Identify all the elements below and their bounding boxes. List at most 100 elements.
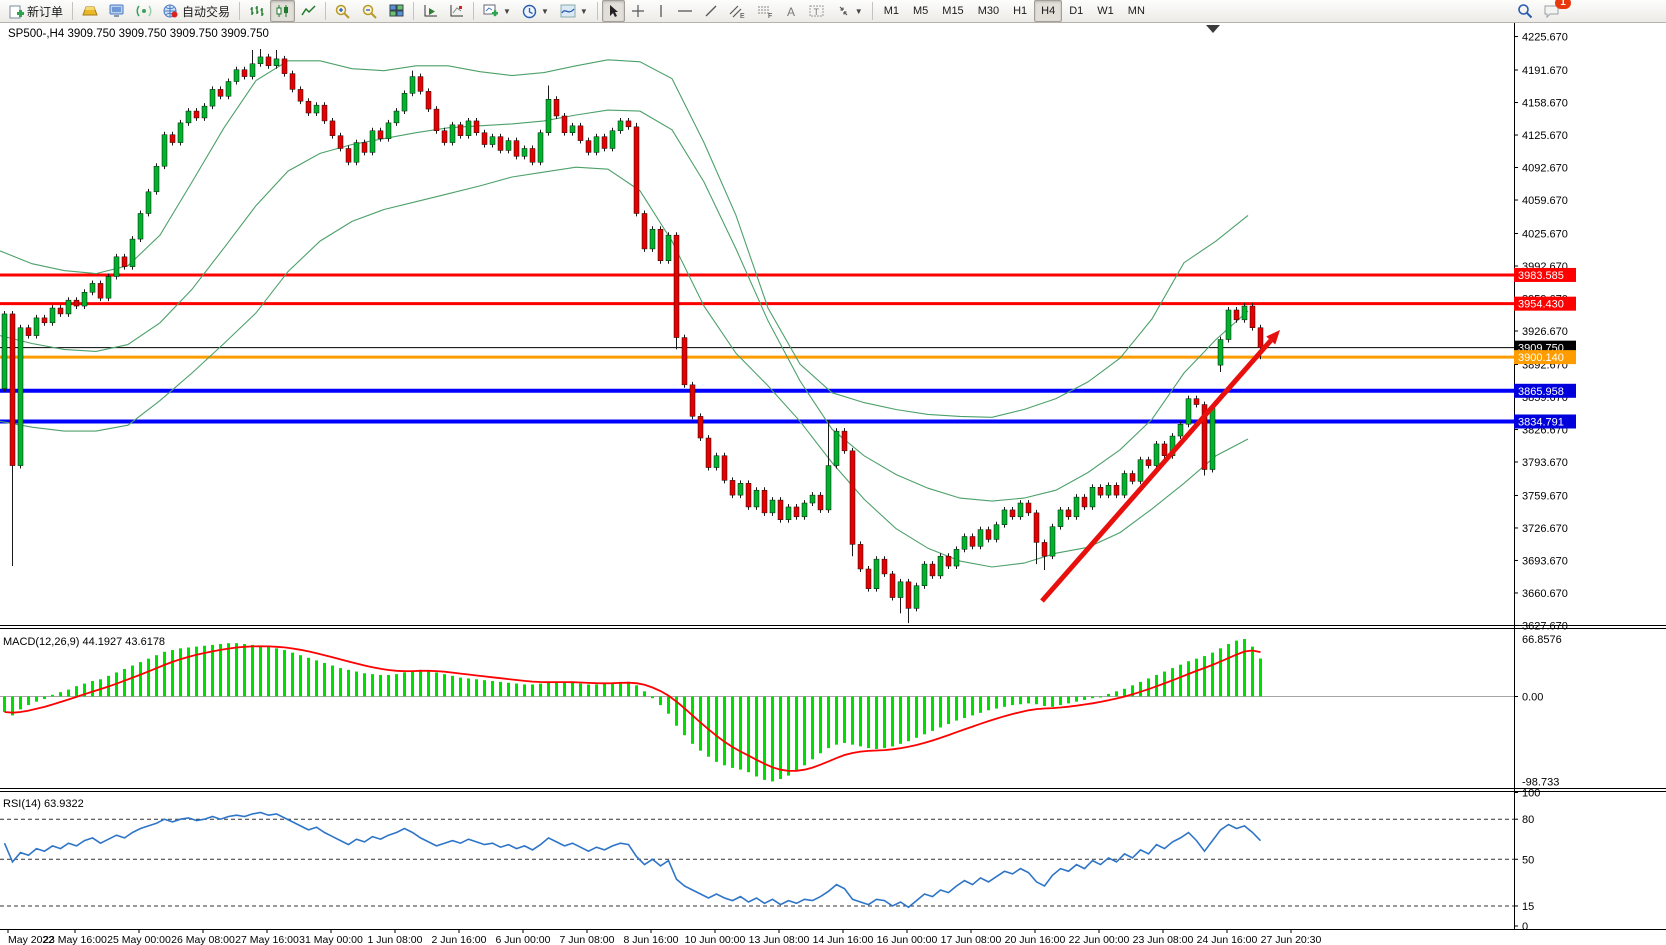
vertical-line-icon: [656, 4, 666, 18]
svg-text:E: E: [740, 13, 745, 19]
text-tool-button[interactable]: A: [780, 0, 803, 22]
separator: [239, 2, 240, 20]
arrows-tool-button[interactable]: ▼: [831, 0, 868, 22]
chart-play-icon: [423, 4, 438, 18]
macd-histogram-bar: [763, 697, 766, 780]
line-chart-button[interactable]: [296, 0, 321, 22]
timeframe-button-m15[interactable]: M15: [935, 0, 970, 22]
macd-histogram-bar: [987, 697, 990, 711]
price-tick-label: 4225.670: [1522, 32, 1568, 44]
zoom-in-button[interactable]: [330, 0, 356, 22]
macd-histogram-bar: [75, 686, 78, 696]
zoom-out-button[interactable]: [357, 0, 383, 22]
macd-histogram-bar: [395, 674, 398, 696]
chart-window[interactable]: SP500-,H4 3909.750 3909.750 3909.750 390…: [0, 23, 1666, 945]
indicators-button[interactable]: ▼: [555, 0, 593, 22]
separator: [597, 2, 598, 20]
tile-windows-button[interactable]: [384, 0, 409, 22]
macd-histogram-bar: [683, 697, 686, 736]
macd-histogram-bar: [731, 697, 734, 768]
terminal-button[interactable]: [104, 0, 130, 22]
time-tick-label: 1 Jun 08:00: [368, 934, 423, 945]
macd-histogram-bar: [187, 647, 190, 696]
macd-histogram-bar: [1019, 697, 1022, 705]
bullish-candle: [106, 277, 111, 299]
macd-histogram-bar: [1003, 697, 1006, 707]
bearish-candle: [746, 483, 751, 507]
bearish-candle: [98, 283, 103, 298]
macd-label: MACD(12,26,9) 44.1927 43.6178: [3, 636, 165, 648]
price-tick-label: 4092.670: [1522, 163, 1568, 175]
bearish-candle: [730, 480, 735, 495]
autotrading-button[interactable]: 自动交易: [158, 0, 235, 22]
clock-icon: [522, 4, 537, 19]
strategy-tester-button[interactable]: [418, 0, 443, 22]
bullish-candle: [610, 131, 615, 149]
bullish-candle: [354, 143, 359, 163]
crosshair-tool-button[interactable]: [626, 0, 650, 22]
bar-chart-button[interactable]: [244, 0, 269, 22]
bearish-candle: [1042, 542, 1047, 556]
notifications-button[interactable]: 1: [1539, 0, 1566, 22]
trendline-tool-button[interactable]: [699, 0, 723, 22]
bearish-candle: [418, 77, 423, 92]
bearish-candle: [434, 109, 439, 131]
macd-scale-zero: 0.00: [1522, 692, 1543, 704]
cursor-icon: [607, 4, 620, 18]
vertical-line-tool-button[interactable]: [651, 0, 671, 22]
time-tick-label: 10 Jun 00:00: [685, 934, 746, 945]
macd-histogram-bar: [971, 697, 974, 716]
new-chart-button[interactable]: ▼: [478, 0, 516, 22]
macd-histogram-bar: [483, 680, 486, 696]
macd-histogram-bar: [1035, 697, 1038, 705]
macd-histogram-bar: [835, 697, 838, 745]
macd-histogram-bar: [19, 697, 22, 710]
chart-shift-button[interactable]: [444, 0, 469, 22]
macd-histogram-bar: [707, 697, 710, 757]
macd-histogram-bar: [371, 674, 374, 696]
macd-histogram-bar: [1011, 697, 1014, 706]
bearish-candle: [338, 136, 343, 149]
macd-histogram-bar: [211, 645, 214, 697]
macd-histogram-bar: [555, 682, 558, 697]
toolbar: 新订单 自动交易 ▼ ▼: [0, 0, 1666, 23]
market-watch-button[interactable]: [77, 0, 103, 22]
new-order-button[interactable]: 新订单: [4, 0, 68, 22]
timeframe-button-m1[interactable]: M1: [877, 0, 906, 22]
bearish-candle: [626, 121, 631, 127]
timeframe-button-d1[interactable]: D1: [1062, 0, 1090, 22]
equidistant-channel-tool-button[interactable]: E: [724, 0, 751, 22]
cursor-tool-button[interactable]: [602, 0, 625, 22]
bullish-candle: [130, 239, 135, 267]
price-badge-value: 3900.140: [1518, 352, 1564, 364]
chart-title: SP500-,H4 3909.750 3909.750 3909.750 390…: [8, 28, 269, 40]
macd-histogram-bar: [1203, 656, 1206, 696]
fibonacci-tool-button[interactable]: F: [752, 0, 779, 22]
signal-button[interactable]: [131, 0, 157, 22]
macd-histogram-bar: [979, 697, 982, 713]
bullish-candle: [506, 141, 511, 151]
chart-canvas[interactable]: SP500-,H4 3909.750 3909.750 3909.750 390…: [0, 23, 1666, 945]
profiles-button[interactable]: ▼: [517, 0, 554, 22]
bullish-candle: [1154, 444, 1159, 466]
macd-histogram-bar: [147, 659, 150, 697]
macd-histogram-bar: [1235, 641, 1238, 697]
bearish-candle: [482, 133, 487, 145]
candle-chart-button[interactable]: [270, 0, 295, 22]
macd-histogram-bar: [331, 666, 334, 697]
timeframe-button-m5[interactable]: M5: [906, 0, 935, 22]
timeframe-button-h4[interactable]: H4: [1034, 0, 1062, 22]
bullish-candle: [162, 135, 167, 167]
timeframe-button-m30[interactable]: M30: [971, 0, 1006, 22]
bearish-candle: [634, 127, 639, 214]
timeframe-button-mn[interactable]: MN: [1121, 0, 1152, 22]
text-label-tool-button[interactable]: T: [804, 0, 830, 22]
new-order-label: 新订单: [27, 3, 63, 20]
timeframe-button-h1[interactable]: H1: [1006, 0, 1034, 22]
bullish-candle: [1242, 306, 1247, 320]
search-button[interactable]: [1512, 0, 1538, 22]
bullish-candle: [714, 456, 719, 468]
timeframe-button-w1[interactable]: W1: [1090, 0, 1121, 22]
dropdown-caret: ▼: [541, 7, 549, 16]
horizontal-line-tool-button[interactable]: [672, 0, 698, 22]
